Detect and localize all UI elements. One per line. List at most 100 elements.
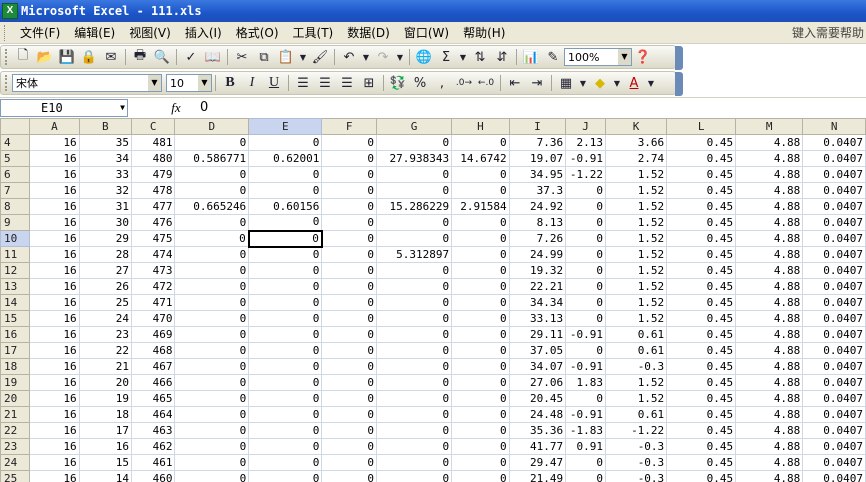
cell-j14[interactable]: 0 (565, 294, 607, 311)
cell-k9[interactable]: 1.52 (605, 214, 668, 231)
redo-icon[interactable]: ↷ (372, 47, 394, 67)
cell-i14[interactable]: 34.34 (508, 294, 567, 311)
cell-i25[interactable]: 21.49 (508, 470, 567, 482)
column-header-k[interactable]: K (605, 118, 668, 135)
cell-l4[interactable]: 0.45 (666, 134, 737, 151)
cell-j6[interactable]: -1.22 (565, 166, 607, 183)
cell-h5[interactable]: 14.6742 (451, 150, 510, 167)
cell-j25[interactable]: 0 (565, 470, 607, 482)
cell-e17[interactable]: 0 (248, 342, 323, 359)
cell-k25[interactable]: -0.3 (605, 470, 668, 482)
cell-a16[interactable]: 16 (29, 326, 80, 343)
cell-c24[interactable]: 461 (130, 454, 176, 471)
italic-button[interactable]: I (241, 73, 263, 93)
cell-k10[interactable]: 1.52 (605, 230, 668, 247)
cell-k5[interactable]: 2.74 (605, 150, 668, 167)
cell-b12[interactable]: 27 (78, 262, 132, 279)
column-header-d[interactable]: D (174, 118, 250, 135)
cell-h22[interactable]: 0 (451, 422, 510, 439)
cell-h25[interactable]: 0 (451, 470, 510, 482)
cell-h16[interactable]: 0 (451, 326, 510, 343)
toolbar-grip[interactable] (5, 75, 9, 91)
cell-e24[interactable]: 0 (248, 454, 323, 471)
cell-a11[interactable]: 16 (29, 246, 80, 263)
cell-j7[interactable]: 0 (565, 182, 607, 199)
cell-i21[interactable]: 24.48 (508, 406, 567, 423)
cell-c4[interactable]: 481 (130, 134, 176, 151)
format-painter-icon[interactable]: 🖌 (309, 47, 331, 67)
cell-n16[interactable]: 0.0407 (802, 326, 866, 343)
merge-center-icon[interactable]: ⊞ (358, 73, 380, 93)
cell-a24[interactable]: 16 (29, 454, 80, 471)
toolbar-options[interactable] (675, 72, 683, 96)
row-header[interactable]: 24 (0, 454, 31, 471)
cell-m21[interactable]: 4.88 (735, 406, 804, 423)
row-header[interactable]: 15 (0, 310, 31, 327)
cell-b4[interactable]: 35 (78, 134, 132, 151)
cell-b9[interactable]: 30 (78, 214, 132, 231)
cell-e8[interactable]: 0.60156 (248, 198, 323, 215)
align-right-icon[interactable]: ☰ (336, 73, 358, 93)
chevron-down-icon[interactable]: ▼ (618, 49, 631, 65)
cell-m16[interactable]: 4.88 (735, 326, 804, 343)
cell-e11[interactable]: 0 (248, 246, 323, 263)
cell-f17[interactable]: 0 (321, 342, 378, 359)
column-header-f[interactable]: F (321, 118, 378, 135)
row-header[interactable]: 25 (0, 470, 31, 482)
cell-g9[interactable]: 0 (376, 214, 453, 231)
cell-l14[interactable]: 0.45 (666, 294, 737, 311)
menu-window[interactable]: 窗口(W) (397, 23, 456, 43)
cell-f20[interactable]: 0 (321, 390, 378, 407)
cell-j13[interactable]: 0 (565, 278, 607, 295)
cell-i23[interactable]: 41.77 (508, 438, 567, 455)
cell-k23[interactable]: -0.3 (605, 438, 668, 455)
cell-h18[interactable]: 0 (451, 358, 510, 375)
cell-n14[interactable]: 0.0407 (802, 294, 866, 311)
cell-h19[interactable]: 0 (451, 374, 510, 391)
cell-c10[interactable]: 475 (130, 230, 176, 247)
menu-data[interactable]: 数据(D) (340, 23, 397, 43)
row-header[interactable]: 22 (0, 422, 31, 439)
cell-i10[interactable]: 7.26 (508, 230, 567, 247)
cell-m25[interactable]: 4.88 (735, 470, 804, 482)
cell-b17[interactable]: 22 (78, 342, 132, 359)
cell-l13[interactable]: 0.45 (666, 278, 737, 295)
help-search-box[interactable]: 键入需要帮助 (792, 24, 866, 41)
cell-g8[interactable]: 15.286229 (376, 198, 453, 215)
row-header[interactable]: 21 (0, 406, 31, 423)
cell-n22[interactable]: 0.0407 (802, 422, 866, 439)
cell-f14[interactable]: 0 (321, 294, 378, 311)
cell-k15[interactable]: 1.52 (605, 310, 668, 327)
cell-m10[interactable]: 4.88 (735, 230, 804, 247)
cell-d18[interactable]: 0 (174, 358, 250, 375)
cell-m11[interactable]: 4.88 (735, 246, 804, 263)
cell-n4[interactable]: 0.0407 (802, 134, 866, 151)
cell-n18[interactable]: 0.0407 (802, 358, 866, 375)
cell-g25[interactable]: 0 (376, 470, 453, 482)
cell-a19[interactable]: 16 (29, 374, 80, 391)
row-header[interactable]: 17 (0, 342, 31, 359)
cell-b19[interactable]: 20 (78, 374, 132, 391)
cell-i24[interactable]: 29.47 (508, 454, 567, 471)
menu-tools[interactable]: 工具(T) (286, 23, 341, 43)
chart-wizard-icon[interactable]: 📊 (520, 47, 542, 67)
cell-i5[interactable]: 19.07 (508, 150, 567, 167)
paste-icon[interactable]: 📋 (275, 47, 297, 67)
cell-a20[interactable]: 16 (29, 390, 80, 407)
cell-c5[interactable]: 480 (130, 150, 176, 167)
cell-a7[interactable]: 16 (29, 182, 80, 199)
cell-c21[interactable]: 464 (130, 406, 176, 423)
cell-i19[interactable]: 27.06 (508, 374, 567, 391)
cell-b5[interactable]: 34 (78, 150, 132, 167)
worksheet-table[interactable]: ABCDEFGHIJKLMN 4 16 35 481 0 0 0 0 0 7.36 2.13 3.66… (0, 118, 866, 482)
cell-g23[interactable]: 0 (376, 438, 453, 455)
decrease-indent-icon[interactable]: ⇤ (504, 73, 526, 93)
cell-j11[interactable]: 0 (565, 246, 607, 263)
cell-i9[interactable]: 8.13 (508, 214, 567, 231)
cell-j8[interactable]: 0 (565, 198, 607, 215)
cell-n23[interactable]: 0.0407 (802, 438, 866, 455)
cell-n10[interactable]: 0.0407 (802, 230, 866, 247)
cell-a5[interactable]: 16 (29, 150, 80, 167)
open-icon[interactable]: 📂 (34, 47, 56, 67)
cell-n5[interactable]: 0.0407 (802, 150, 866, 167)
